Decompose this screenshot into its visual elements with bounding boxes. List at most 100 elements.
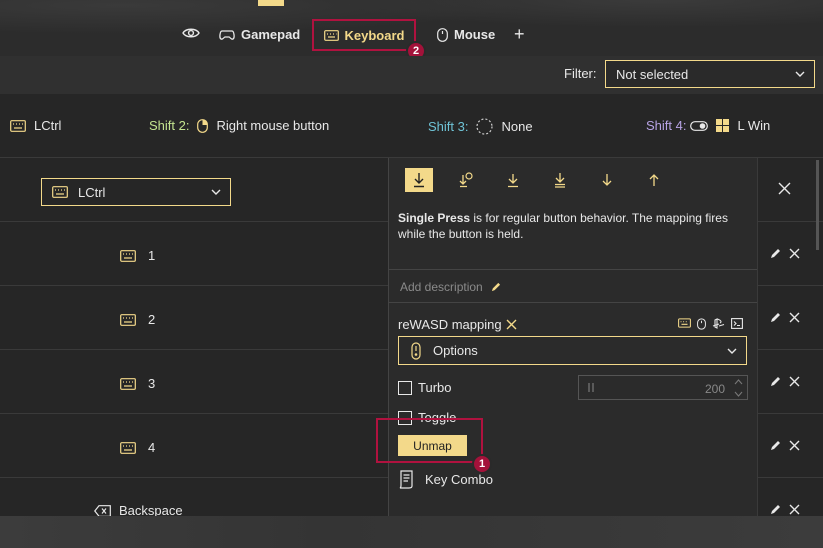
- tab-gamepad-label: Gamepad: [241, 27, 301, 42]
- shift4-label: Shift 4:: [646, 118, 687, 133]
- windows-icon: [716, 119, 730, 132]
- eye-icon: [182, 26, 200, 40]
- triple-press-icon[interactable]: [546, 168, 574, 192]
- tab-mouse[interactable]: Mouse: [437, 27, 495, 42]
- mouse-icon: [437, 27, 448, 42]
- list-item-label: 4: [148, 440, 156, 455]
- pencil-icon[interactable]: [770, 504, 781, 515]
- key-combo-label: Key Combo: [425, 472, 493, 487]
- grip-icon: [587, 382, 595, 393]
- list-item-2[interactable]: 2: [120, 312, 155, 327]
- close-panel-icon[interactable]: [778, 182, 791, 195]
- keyboard-icon: [120, 377, 136, 390]
- shift3-value: None: [501, 119, 533, 134]
- turbo-label: Turbo: [418, 380, 452, 395]
- top-accent-indicator: [258, 0, 284, 6]
- shift3-label: Shift 3:: [428, 119, 469, 134]
- turbo-value-stepper[interactable]: 200: [578, 375, 748, 400]
- close-icon[interactable]: [789, 376, 800, 387]
- shift4-item[interactable]: Shift 4: L Win: [646, 118, 770, 133]
- list-item-3[interactable]: 3: [120, 376, 155, 391]
- activator-tabs: [405, 168, 668, 192]
- empty-circle-icon: [476, 118, 494, 135]
- list-item[interactable]: [0, 414, 388, 478]
- mapping-key-select[interactable]: LCtrl: [41, 178, 231, 206]
- toggle-icon: [690, 120, 709, 131]
- start-press-icon[interactable]: [593, 168, 621, 192]
- single-press-icon[interactable]: [405, 168, 433, 192]
- pencil-icon[interactable]: [770, 376, 781, 387]
- tab-mouse-label: Mouse: [454, 27, 496, 42]
- checkbox-box[interactable]: [398, 380, 412, 395]
- list-item-label: 1: [148, 248, 156, 263]
- keyboard-icon[interactable]: [678, 318, 691, 330]
- filter-value: Not selected: [616, 66, 689, 82]
- stepper-arrows-icon[interactable]: [734, 378, 743, 398]
- close-icon[interactable]: [789, 504, 800, 515]
- keyboard-icon: [120, 313, 136, 326]
- pencil-icon[interactable]: [770, 440, 781, 451]
- keyboard-icon: [10, 119, 26, 132]
- row-actions-column: [757, 158, 823, 516]
- options-icon: [411, 341, 421, 360]
- mapping-list: [0, 158, 388, 516]
- terminal-icon[interactable]: [731, 318, 743, 330]
- turbo-value: 200: [704, 382, 725, 396]
- shift4-value: L Win: [737, 118, 771, 133]
- pencil-icon: [491, 282, 501, 292]
- filter-select[interactable]: Not selected: [605, 60, 815, 88]
- list-item[interactable]: [0, 222, 388, 286]
- visibility-toggle[interactable]: [182, 26, 200, 40]
- shift2-item[interactable]: Shift 2: Right mouse button: [149, 118, 329, 133]
- list-item-1[interactable]: 1: [120, 248, 155, 263]
- release-icon[interactable]: [640, 168, 668, 192]
- add-description-field[interactable]: Add description: [400, 280, 501, 294]
- filter-label: Filter:: [564, 66, 597, 81]
- key-combo-item[interactable]: Key Combo: [398, 470, 493, 489]
- mapping-name-label: reWASD mapping: [398, 317, 502, 332]
- keyboard-icon: [120, 249, 136, 262]
- pencil-icon[interactable]: [770, 248, 781, 259]
- keyboard-icon: [323, 29, 339, 41]
- options-value: Options: [433, 343, 478, 358]
- mapping-options-select[interactable]: Options: [398, 336, 747, 365]
- close-icon[interactable]: [789, 312, 800, 323]
- shift2-value: Right mouse button: [216, 118, 330, 133]
- main-key-label: LCtrl: [34, 118, 62, 133]
- shift2-label: Shift 2:: [149, 118, 190, 133]
- mapping-name: reWASD mapping: [398, 317, 517, 332]
- document-icon: [398, 470, 415, 489]
- double-press-icon[interactable]: [452, 168, 480, 192]
- gamepad-icon: [219, 29, 235, 41]
- list-item-label: 3: [148, 376, 156, 391]
- keyboard-icon: [52, 186, 68, 198]
- list-item-4[interactable]: 4: [120, 440, 155, 455]
- tab-keyboard-label: Keyboard: [344, 27, 405, 43]
- turbo-checkbox[interactable]: Turbo: [398, 380, 451, 395]
- list-item[interactable]: [0, 350, 388, 414]
- scrollbar[interactable]: [816, 160, 819, 250]
- mouse-icon[interactable]: [697, 318, 706, 330]
- close-icon[interactable]: [789, 248, 800, 259]
- tab-gamepad[interactable]: Gamepad: [219, 27, 300, 42]
- keyboard-icon: [120, 441, 136, 454]
- playstation-icon[interactable]: [712, 318, 725, 330]
- add-description-label: Add description: [400, 280, 483, 294]
- activator-description: Single Press is for regular button behav…: [398, 210, 743, 242]
- device-type-icons: [678, 318, 743, 330]
- chevron-down-icon: [210, 186, 222, 198]
- main-key-item[interactable]: LCtrl: [10, 118, 61, 133]
- shift3-item[interactable]: Shift 3: None: [428, 118, 533, 135]
- chevron-down-icon: [726, 345, 738, 357]
- list-item[interactable]: [0, 286, 388, 350]
- tab-keyboard[interactable]: Keyboard: [312, 19, 416, 51]
- mouse-icon: [197, 118, 209, 133]
- close-icon[interactable]: [789, 440, 800, 451]
- mapping-key-value: LCtrl: [78, 184, 106, 200]
- long-press-icon[interactable]: [499, 168, 527, 192]
- unmap-button[interactable]: Unmap: [398, 435, 467, 456]
- pencil-icon[interactable]: [770, 312, 781, 323]
- add-tab-button[interactable]: +: [514, 24, 525, 45]
- remove-mapping-icon[interactable]: [506, 319, 517, 330]
- chevron-down-icon: [794, 68, 806, 80]
